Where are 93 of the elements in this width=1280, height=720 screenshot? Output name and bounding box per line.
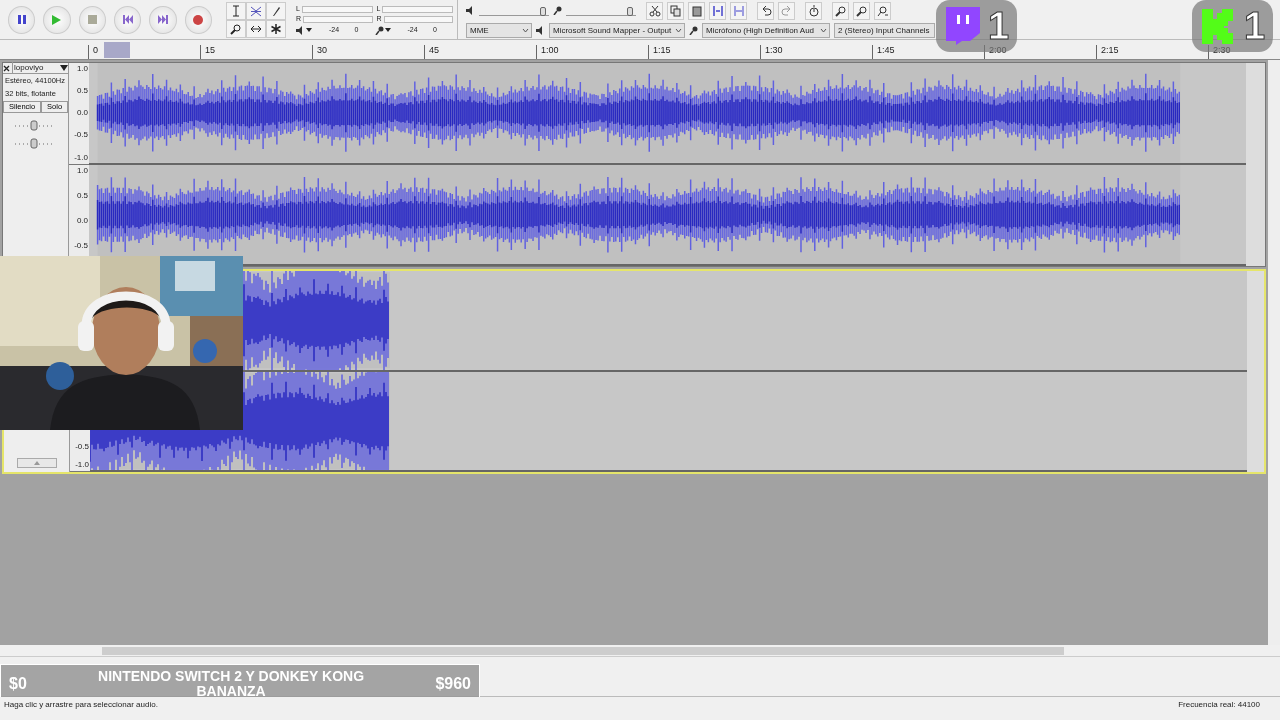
ruler-label: 1:15: [648, 45, 760, 59]
silence-icon: [732, 4, 745, 17]
toolbar-button[interactable]: [757, 1, 774, 20]
microphone-icon: [553, 6, 562, 15]
scale-label: 1.0: [75, 63, 88, 75]
skip-start-icon: [122, 14, 133, 25]
block-k-logo: [1200, 7, 1236, 45]
scale-label: 0.5: [75, 189, 88, 202]
chevron-icon: [820, 26, 827, 34]
triangle-icon: [33, 461, 40, 465]
paste-icon: [690, 4, 703, 17]
chevron-icon: [522, 26, 529, 34]
envelope-tool[interactable]: [246, 1, 266, 20]
play-icon: [52, 14, 62, 25]
status-text: Frecuencia real: 44100: [1178, 699, 1261, 711]
speaker-icon: [466, 6, 475, 15]
skip-to-start-button[interactable]: [114, 5, 142, 34]
scale-label: 1.0: [75, 164, 88, 177]
pencil-icon: [270, 4, 282, 17]
skip-end-icon: [157, 14, 168, 25]
stop-icon: [87, 14, 97, 25]
zoom-out-icon: [855, 4, 868, 17]
speaker-icon: [296, 25, 305, 35]
scale-label: 0.5: [75, 85, 88, 98]
toolbar-button[interactable]: [646, 1, 663, 20]
redo-icon: [780, 4, 793, 17]
timer-icon: [807, 4, 820, 17]
goal-amount: $960: [435, 674, 471, 694]
vertical-scrollbar[interactable]: [1268, 60, 1280, 645]
zoom-selection-icon: [876, 4, 889, 17]
microphone-icon: [374, 25, 384, 35]
ruler-label: 30: [312, 45, 424, 59]
device-dropdown[interactable]: Micrófono (High Definition Aud: [702, 22, 830, 38]
device-dropdown[interactable]: 2 (Stereo) Input Channels: [834, 22, 935, 38]
slider-thumb[interactable]: [539, 6, 546, 16]
goal-title: NINTENDO SWITCH 2 Y DONKEY KONG BANANZA: [97, 668, 366, 700]
device-dropdown[interactable]: MME: [466, 22, 532, 38]
gain-slider[interactable]: [15, 118, 55, 131]
scale-label: -1.0: [74, 459, 89, 471]
scrollbar-thumb[interactable]: [102, 647, 1064, 655]
device-dropdown[interactable]: Microsoft Sound Mapper - Output: [549, 22, 685, 38]
toolbar-button[interactable]: [688, 1, 705, 20]
level-meter: [303, 16, 373, 23]
scale-label: -0.5: [73, 129, 88, 142]
scale-label: -0.5: [74, 441, 89, 453]
ruler-label: 45: [424, 45, 536, 59]
level-meter: [301, 5, 373, 13]
toolbar-button[interactable]: [874, 1, 891, 20]
draw-tool[interactable]: [266, 1, 286, 20]
level-meter: [382, 5, 453, 13]
record-icon: [193, 14, 204, 25]
pause-icon: [17, 14, 26, 25]
toolbar-button[interactable]: [667, 1, 684, 20]
selection-region: [104, 42, 130, 58]
chat-bubble-logo: [944, 7, 980, 45]
zoom-in-icon: [834, 4, 847, 17]
speaker-icon: [536, 25, 545, 35]
dropdown-arrow-icon[interactable]: [383, 26, 392, 34]
scale-label: -0.5: [73, 239, 88, 252]
toolbar-button[interactable]: [853, 1, 870, 20]
envelope-icon: [250, 4, 262, 17]
level-meter: [383, 16, 453, 23]
slider-thumb[interactable]: [626, 6, 633, 16]
status-text: Haga clic y arrastre para seleccionar audio.: [4, 699, 158, 711]
dropdown-arrow-icon[interactable]: [305, 26, 313, 34]
goal-amount: $0: [9, 674, 27, 694]
dropdown-arrow-icon: [60, 65, 68, 71]
magnifier-icon: [230, 22, 242, 35]
viewer-count: 1: [988, 7, 1010, 45]
ruler-label: 1:00: [536, 45, 648, 59]
skip-to-end-button[interactable]: [149, 5, 177, 34]
toolbar-button[interactable]: [805, 1, 822, 20]
record-button[interactable]: [184, 5, 212, 34]
track-name-menu[interactable]: lopoviyo: [12, 62, 68, 74]
scale-label: -1.0: [73, 151, 88, 164]
close-icon[interactable]: [3, 64, 10, 72]
horizontal-scrollbar[interactable]: [0, 645, 1280, 657]
ruler-label: 15: [200, 45, 312, 59]
copy-icon: [669, 4, 682, 17]
pause-button[interactable]: [8, 5, 36, 34]
ruler-label: 1:30: [760, 45, 872, 59]
trim-icon: [711, 4, 724, 17]
chevron-icon: [675, 26, 682, 34]
scale-label: 0.0: [75, 214, 88, 227]
asterisk-icon: [270, 22, 282, 35]
i-beam-icon: [230, 4, 242, 17]
ruler-label: 0: [88, 45, 200, 59]
toolbar-button[interactable]: [832, 1, 849, 20]
scissors-icon: [648, 4, 661, 17]
viewer-count: 1: [1244, 7, 1266, 45]
scale-label: 0.0: [75, 107, 88, 120]
pan-slider[interactable]: [15, 136, 55, 149]
microphone-icon: [689, 25, 698, 35]
